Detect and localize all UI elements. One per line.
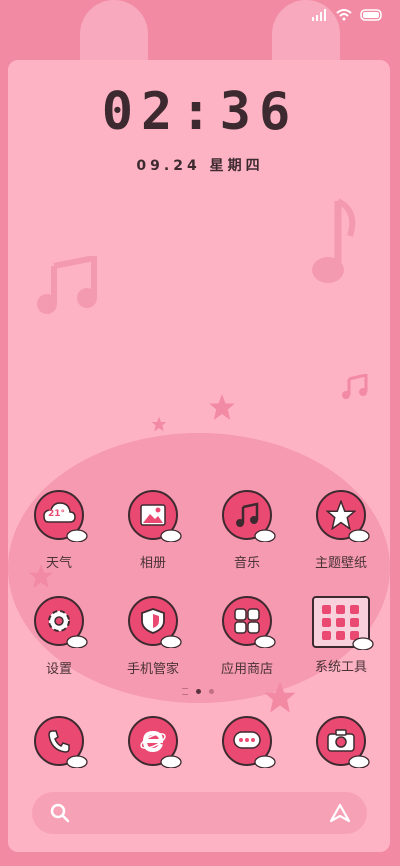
app-weather[interactable]: 21° 天气 <box>14 490 104 571</box>
messages-icon <box>222 716 276 768</box>
clock-time[interactable]: 02:36 <box>0 82 400 142</box>
app-label: 系统工具 <box>314 660 367 675</box>
app-label: 应用商店 <box>220 662 273 677</box>
app-gallery[interactable]: 相册 <box>108 490 198 571</box>
page-indicator[interactable] <box>182 688 214 695</box>
page-list-indicator <box>182 688 188 695</box>
bunny-paw-icon <box>348 755 370 768</box>
camera-icon <box>316 716 370 768</box>
app-themes[interactable]: 主题壁纸 <box>296 490 386 571</box>
phone-icon <box>34 716 88 768</box>
gallery-icon <box>128 490 182 542</box>
bunny-paw-icon <box>254 755 276 768</box>
star-decoration <box>264 681 296 713</box>
bunny-paw-icon <box>254 635 276 648</box>
app-store-icon <box>222 596 276 648</box>
bunny-paw-icon <box>66 755 88 768</box>
search-icon[interactable] <box>50 803 70 823</box>
music-note-decoration <box>312 198 356 283</box>
status-bar <box>312 9 384 21</box>
app-label: 音乐 <box>233 556 260 571</box>
settings-icon <box>34 596 88 648</box>
bunny-paw-icon <box>160 529 182 542</box>
bunny-paw-icon <box>66 635 88 648</box>
app-label: 相册 <box>139 556 166 571</box>
battery-icon <box>360 9 382 21</box>
bunny-paw-icon <box>254 529 276 542</box>
app-label: 主题壁纸 <box>314 556 367 571</box>
app-label: 天气 <box>45 556 72 571</box>
search-bar[interactable] <box>32 792 367 834</box>
dock-phone[interactable] <box>14 716 104 768</box>
dock-camera[interactable] <box>296 716 386 768</box>
app-music[interactable]: 音乐 <box>202 490 292 571</box>
music-note-decoration <box>37 256 97 314</box>
security-icon <box>128 596 182 648</box>
signal-bars-icon <box>312 9 326 21</box>
app-store[interactable]: 应用商店 <box>202 596 292 677</box>
star-decoration <box>209 394 235 420</box>
themes-icon <box>316 490 370 542</box>
app-system-tools-folder[interactable]: 系统工具 <box>296 596 386 675</box>
dock-messages[interactable] <box>202 716 292 768</box>
star-decoration <box>151 416 167 432</box>
weather-temp: 21° <box>48 509 66 519</box>
weather-icon: 21° <box>34 490 88 542</box>
page-dot <box>209 689 214 694</box>
page-dot-active <box>196 689 201 694</box>
music-note-decoration <box>342 374 368 399</box>
music-icon <box>222 490 276 542</box>
app-label: 设置 <box>45 662 72 677</box>
assistant-icon[interactable] <box>329 803 351 823</box>
clock-date: 09.24 星期四 <box>136 158 264 174</box>
system-tools-folder-icon <box>312 596 374 650</box>
app-settings[interactable]: 设置 <box>14 596 104 677</box>
bunny-paw-icon <box>160 635 182 648</box>
bunny-paw-icon <box>66 529 88 542</box>
app-security[interactable]: 手机管家 <box>108 596 198 677</box>
wifi-icon <box>336 9 352 21</box>
browser-icon <box>128 716 182 768</box>
bunny-paw-icon <box>160 755 182 768</box>
app-label: 手机管家 <box>126 662 179 677</box>
dock-browser[interactable] <box>108 716 198 768</box>
bunny-paw-icon <box>352 637 374 650</box>
bunny-paw-icon <box>348 529 370 542</box>
